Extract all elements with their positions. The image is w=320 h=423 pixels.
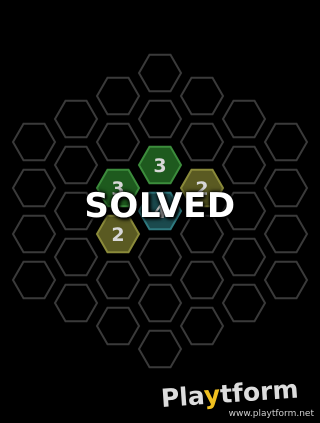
empty-hex-cell[interactable] — [137, 53, 183, 93]
solved-banner: SOLVED — [84, 186, 236, 226]
empty-hex-cell[interactable] — [95, 76, 141, 116]
watermark-url: www.playtform.net — [228, 409, 314, 419]
logo-prefix: Pla — [159, 381, 205, 413]
empty-hex-cell[interactable] — [95, 306, 141, 346]
empty-hex-cell[interactable] — [11, 122, 57, 162]
empty-hex-cell[interactable] — [11, 260, 57, 300]
empty-hex-cell[interactable] — [137, 329, 183, 369]
empty-hex-cell[interactable] — [53, 283, 99, 323]
empty-hex-cell[interactable] — [179, 260, 225, 300]
empty-hex-cell[interactable] — [137, 237, 183, 277]
empty-hex-cell[interactable] — [263, 122, 309, 162]
empty-hex-cell[interactable] — [179, 122, 225, 162]
empty-hex-cell[interactable] — [221, 99, 267, 139]
empty-hex-cell[interactable] — [95, 260, 141, 300]
empty-hex-cell[interactable] — [53, 145, 99, 185]
empty-hex-cell[interactable] — [179, 306, 225, 346]
tile-number: 2 — [111, 224, 124, 246]
empty-hex-cell[interactable] — [179, 76, 225, 116]
number-tile-green-top[interactable]: 3 — [137, 145, 183, 185]
empty-hex-cell[interactable] — [137, 283, 183, 323]
logo-suffix: tform — [219, 374, 300, 409]
empty-hex-cell[interactable] — [137, 99, 183, 139]
empty-hex-cell[interactable] — [53, 237, 99, 277]
empty-hex-cell[interactable] — [95, 122, 141, 162]
playtform-watermark: Playtform www.playtform.net — [159, 374, 314, 420]
empty-hex-cell[interactable] — [221, 145, 267, 185]
empty-hex-cell[interactable] — [221, 283, 267, 323]
empty-hex-cell[interactable] — [221, 237, 267, 277]
empty-hex-cell[interactable] — [263, 260, 309, 300]
tile-number: 3 — [153, 155, 166, 177]
empty-hex-cell[interactable] — [53, 99, 99, 139]
